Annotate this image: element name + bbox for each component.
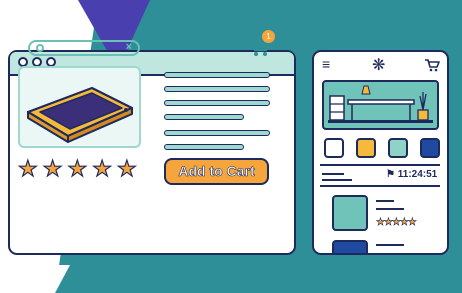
product-description-line [164,144,244,150]
star-icon[interactable]: ★ [116,157,137,180]
product-description-line [164,100,270,106]
star-icon[interactable]: ★ [67,157,88,180]
divider [320,185,440,187]
star-icon[interactable]: ★ [92,157,113,180]
search-icon [36,44,44,52]
product-description-line [164,130,270,136]
mini-rating-stars: ★★★★★ [376,217,417,229]
furniture-illustration [328,85,433,123]
hero-banner[interactable] [322,80,439,130]
color-swatch-white[interactable] [324,138,344,158]
logo-icon[interactable]: ❋ [372,55,385,75]
text-line [322,173,344,175]
text-line [376,208,404,210]
product-description-line [164,86,270,92]
smartphone-icon [26,86,134,143]
text-line [376,244,404,246]
search-input[interactable]: × [28,40,140,56]
text-line [322,179,352,181]
clear-search-icon[interactable]: × [126,41,132,53]
star-icon[interactable]: ★ [42,157,63,180]
color-swatch-yellow[interactable] [356,138,376,158]
color-swatch-blue[interactable] [420,138,440,158]
timer-value: 11:24:51 [397,169,438,180]
menu-icon[interactable]: ≡ [322,56,330,72]
product-image[interactable] [18,66,141,148]
cart-count-badge: 1 [262,30,275,43]
product-thumbnail[interactable] [332,195,368,231]
text-line [376,200,394,202]
add-to-cart-button[interactable]: Add to Cart [164,158,269,185]
star-icon[interactable]: ★ [17,157,38,180]
mobile-window: ≡ ❋ ⚑ 11:24:51 ★★★★★ [312,50,449,255]
product-thumbnail[interactable] [332,240,368,253]
color-swatch-mint[interactable] [388,138,408,158]
divider [320,164,440,166]
product-description-line [164,72,270,78]
countdown-timer: ⚑ 11:24:51 [386,169,438,180]
rating-stars[interactable]: ★ ★ ★ ★ ★ [17,157,137,180]
product-description-line [164,114,244,120]
cart-icon[interactable] [424,58,440,72]
